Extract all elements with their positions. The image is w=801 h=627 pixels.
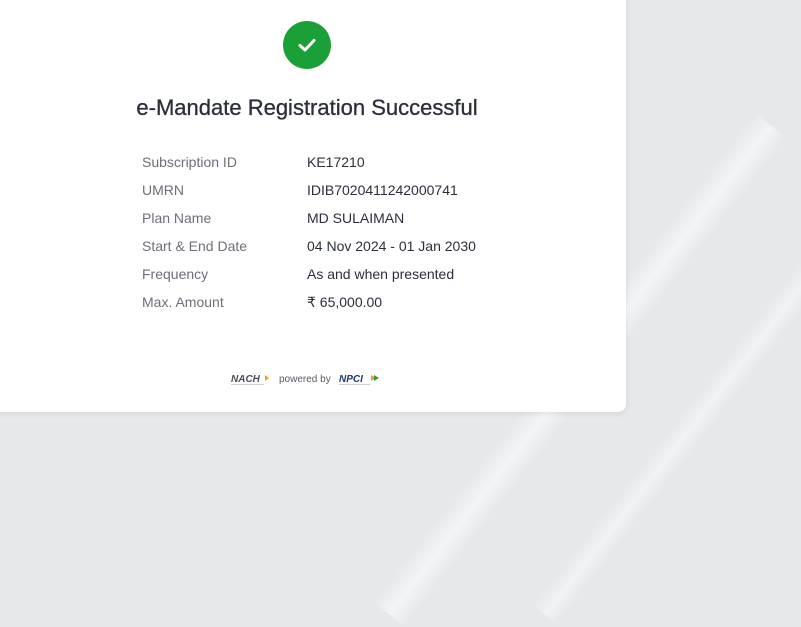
mandate-details: Subscription ID KE17210 UMRN IDIB7020411…	[142, 148, 476, 316]
detail-value: ₹ 65,000.00	[307, 293, 383, 310]
detail-label: Start & End Date	[142, 238, 248, 254]
detail-value: 04 Nov 2024 - 01 Jan 2030	[307, 238, 476, 254]
npci-logo: NPCI	[338, 374, 379, 385]
powered-by-text: powered by	[279, 373, 331, 385]
page-title: e-Mandate Registration Successful	[136, 95, 478, 120]
detail-value: As and when presented	[307, 266, 455, 282]
detail-label: Plan Name	[142, 210, 212, 226]
detail-row-frequency: Frequency As and when presented	[142, 260, 476, 288]
detail-row-max-amount: Max. Amount ₹ 65,000.00	[142, 288, 476, 316]
detail-value: KE17210	[307, 154, 365, 170]
detail-row-dates: Start & End Date 04 Nov 2024 - 01 Jan 20…	[142, 232, 476, 260]
nach-logo-text: NACH	[231, 374, 261, 385]
detail-value: IDIB7020411242000741	[307, 182, 458, 198]
detail-row-umrn: UMRN IDIB7020411242000741	[142, 176, 476, 204]
nach-logo: NACH	[231, 374, 269, 385]
success-check-icon	[283, 21, 331, 69]
detail-label: Subscription ID	[142, 154, 237, 170]
footer-branding: NACH powered by NPCI	[231, 372, 381, 386]
npci-logo-text: NPCI	[339, 374, 363, 385]
detail-label: Frequency	[142, 266, 209, 282]
check-icon	[298, 39, 316, 52]
detail-label: UMRN	[142, 182, 184, 198]
detail-label: Max. Amount	[142, 294, 224, 310]
detail-row-subscription-id: Subscription ID KE17210	[142, 148, 476, 176]
detail-row-plan-name: Plan Name MD SULAIMAN	[142, 204, 476, 232]
detail-value: MD SULAIMAN	[307, 210, 405, 226]
